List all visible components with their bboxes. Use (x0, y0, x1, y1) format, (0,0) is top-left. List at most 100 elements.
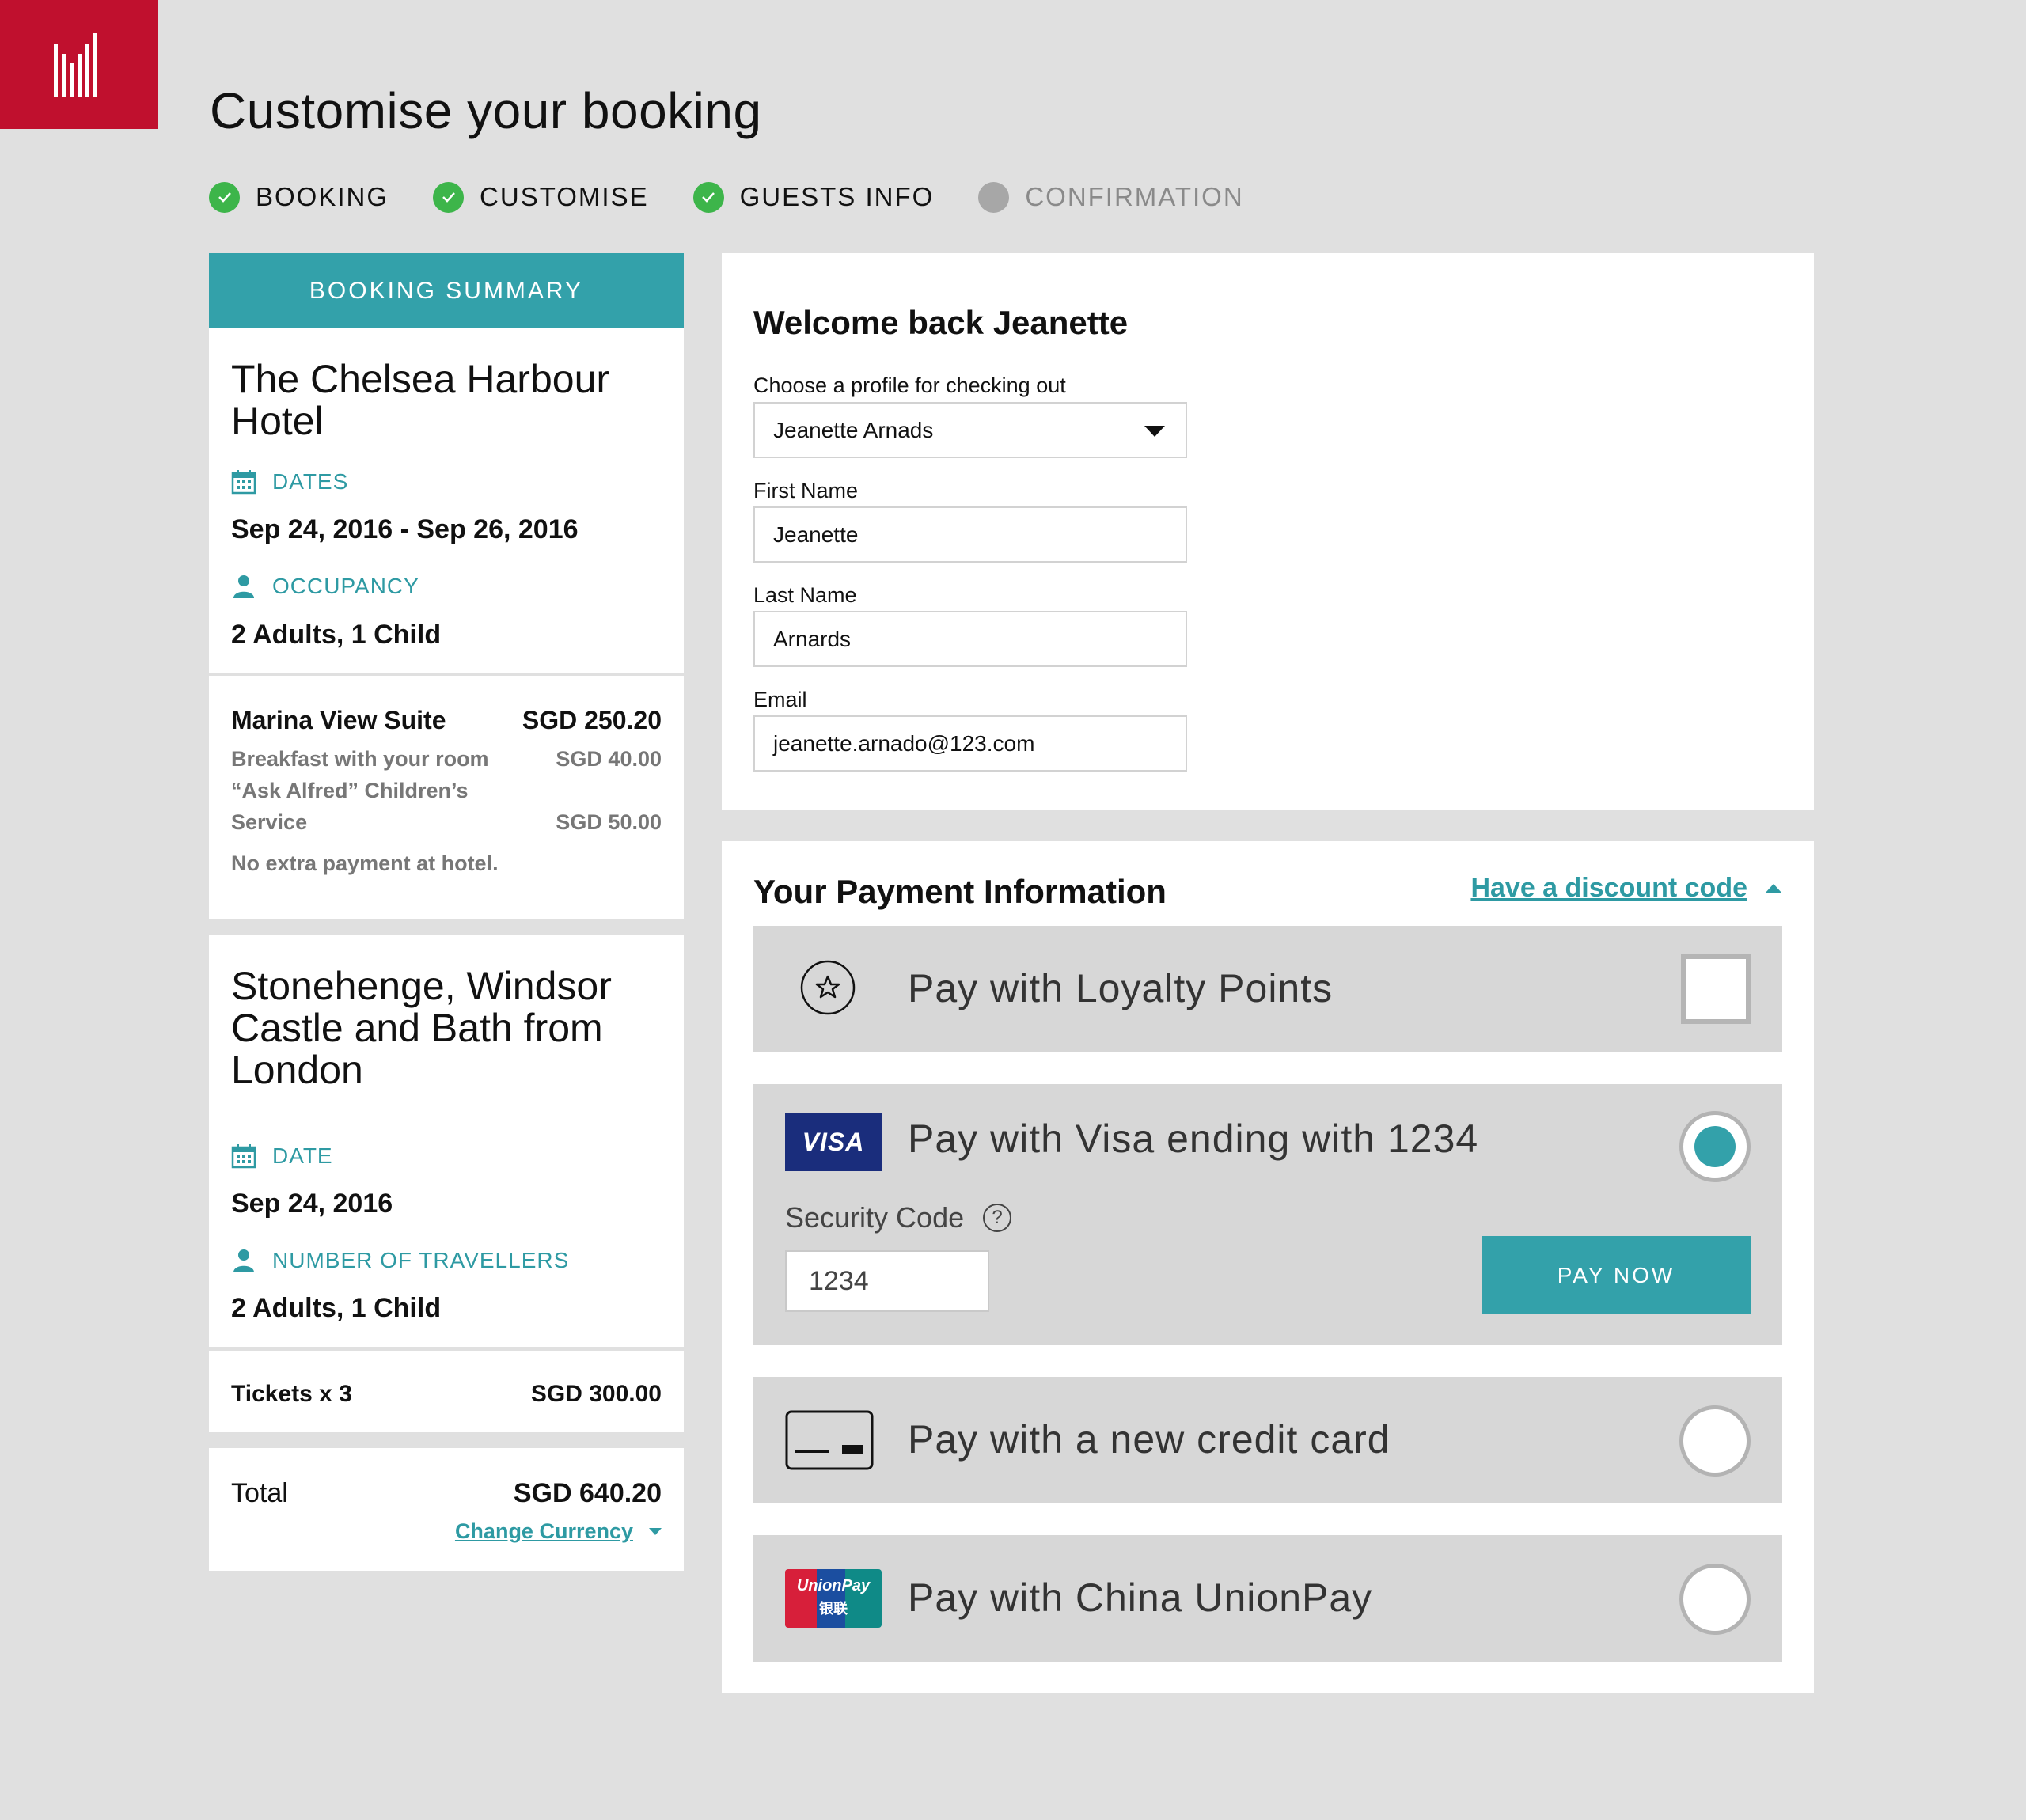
travellers-label: NUMBER OF TRAVELLERS (231, 1248, 569, 1273)
step-label: GUESTS INFO (739, 182, 935, 211)
star-icon (800, 960, 856, 1015)
check-icon (692, 181, 724, 213)
payment-panel: Your Payment Information Have a discount… (722, 841, 1814, 1693)
suite-summary-card: Marina View Suite SGD 250.20 Breakfast w… (209, 676, 684, 919)
step-guests-info: GUESTS INFO (692, 181, 935, 213)
welcome-title: Welcome back Jeanette (753, 304, 1129, 341)
email-field[interactable]: jeanette.arnado@123.com (753, 715, 1187, 772)
hotel-occupancy: 2 Adults, 1 Child (231, 620, 442, 650)
tickets-row: Tickets x 3 SGD 300.00 (231, 1381, 662, 1408)
logo-bars-icon (54, 33, 97, 97)
chevron-down-icon (649, 1528, 662, 1535)
visa-radio[interactable] (1679, 1111, 1751, 1182)
step-customise: CUSTOMISE (433, 181, 649, 213)
step-label: CONFIRMATION (1025, 182, 1244, 211)
step-booking: BOOKING (209, 181, 389, 213)
extra-label-cont: Service (231, 810, 308, 834)
extra-row: “Ask Alfred” Children’s (231, 779, 662, 803)
profile-select-value: Jeanette Arnads (773, 417, 934, 442)
pay-option-label: Pay with China UnionPay (908, 1575, 1373, 1620)
suite-row: Marina View Suite SGD 250.20 (231, 706, 662, 735)
pay-option-label: Pay with Loyalty Points (908, 966, 1334, 1010)
date-label-text: DATE (272, 1143, 333, 1168)
discount-code-link[interactable]: Have a discount code (1470, 873, 1782, 904)
progress-steps: BOOKING CUSTOMISE GUESTS INFO CONFIRMATI… (209, 180, 1288, 214)
chevron-up-icon (1765, 883, 1782, 893)
booking-summary-header: BOOKING SUMMARY (209, 253, 684, 328)
extra-label: “Ask Alfred” Children’s (231, 779, 469, 802)
loyalty-checkbox[interactable] (1681, 954, 1751, 1024)
payment-title: Your Payment Information (753, 873, 1167, 910)
visa-icon: VISA (785, 1113, 882, 1171)
extra-price: SGD 50.00 (556, 810, 662, 834)
pay-option-unionpay[interactable]: UnionPay 银联 Pay with China UnionPay (753, 1535, 1782, 1662)
step-label: CUSTOMISE (480, 182, 649, 211)
tour-summary-card: Stonehenge, Windsor Castle and Bath from… (209, 935, 684, 1347)
pay-option-label: Pay with a new credit card (908, 1417, 1391, 1462)
last-name-label: Last Name (753, 583, 857, 607)
total-label: Total (231, 1478, 288, 1508)
help-icon[interactable]: ? (983, 1204, 1012, 1232)
total-row: Total SGD 640.20 (231, 1478, 662, 1509)
check-icon (209, 181, 240, 213)
profile-panel: Welcome back Jeanette Choose a profile f… (722, 253, 1814, 810)
check-icon (433, 181, 465, 213)
last-name-field[interactable]: Arnards (753, 611, 1187, 667)
tour-travellers: 2 Adults, 1 Child (231, 1293, 442, 1323)
security-code-label-text: Security Code (785, 1201, 965, 1234)
unionpay-text-cn: 银联 (819, 1601, 848, 1617)
profile-select[interactable]: Jeanette Arnads (753, 402, 1187, 458)
tour-name: Stonehenge, Windsor Castle and Bath from… (231, 964, 612, 1092)
occupancy-label-text: OCCUPANCY (272, 574, 419, 598)
extra-label: Breakfast with your room (231, 747, 489, 771)
extra-row: Service SGD 50.00 (231, 810, 662, 835)
profile-select-label: Choose a profile for checking out (753, 373, 1066, 397)
pending-dot-icon (978, 181, 1010, 213)
dates-label: DATES (231, 469, 348, 495)
step-label: BOOKING (256, 182, 389, 211)
date-label: DATE (231, 1143, 333, 1169)
change-currency-text: Change Currency (454, 1519, 633, 1543)
pay-option-label: Pay with Visa ending with 1234 (908, 1117, 1479, 1161)
unionpay-radio[interactable] (1679, 1564, 1751, 1635)
step-confirmation: CONFIRMATION (978, 181, 1244, 213)
change-currency-link[interactable]: Change Currency (455, 1519, 662, 1544)
hotel-dates: Sep 24, 2016 - Sep 26, 2016 (231, 514, 579, 544)
total-price: SGD 640.20 (513, 1478, 662, 1508)
discount-code-text: Have a discount code (1470, 873, 1747, 903)
extra-price: SGD 40.00 (556, 747, 662, 771)
hotel-name: The Chelsea Harbour Hotel (231, 357, 610, 443)
pay-option-new-card[interactable]: Pay with a new credit card (753, 1377, 1782, 1503)
tickets-card: Tickets x 3 SGD 300.00 (209, 1351, 684, 1432)
calendar-icon (231, 470, 256, 495)
unionpay-icon: UnionPay 银联 (785, 1569, 882, 1628)
calendar-icon (231, 1144, 256, 1169)
email-label: Email (753, 688, 807, 711)
security-code-label: Security Code ? (785, 1201, 1012, 1234)
first-name-label: First Name (753, 479, 859, 502)
tickets-label: Tickets x 3 (231, 1381, 352, 1407)
tickets-price: SGD 300.00 (530, 1381, 662, 1407)
new-card-radio[interactable] (1679, 1405, 1751, 1477)
pay-option-loyalty[interactable]: Pay with Loyalty Points (753, 926, 1782, 1052)
security-code-input[interactable]: 1234 (785, 1250, 989, 1312)
page-title: Customise your booking (210, 82, 762, 139)
occupancy-label: OCCUPANCY (231, 574, 419, 599)
person-icon (233, 575, 254, 598)
unionpay-text: UnionPay (796, 1577, 871, 1594)
brand-logo[interactable] (0, 0, 158, 129)
suite-name: Marina View Suite (231, 706, 446, 734)
dropdown-arrow-icon (1144, 426, 1165, 437)
travellers-label-text: NUMBER OF TRAVELLERS (272, 1248, 570, 1272)
hotel-summary-card: The Chelsea Harbour Hotel DATES Sep 24, … (209, 328, 684, 673)
total-card: Total SGD 640.20 Change Currency (209, 1448, 684, 1571)
first-name-field[interactable]: Jeanette (753, 506, 1187, 563)
credit-card-icon (785, 1410, 874, 1470)
pay-now-button[interactable]: PAY NOW (1482, 1236, 1751, 1314)
pay-option-visa[interactable]: VISA Pay with Visa ending with 1234 Secu… (753, 1084, 1782, 1345)
tour-date: Sep 24, 2016 (231, 1189, 393, 1219)
dates-label-text: DATES (272, 469, 349, 494)
suite-price: SGD 250.20 (522, 706, 662, 734)
payment-note: No extra payment at hotel. (231, 851, 499, 875)
extra-row: Breakfast with your room SGD 40.00 (231, 747, 662, 772)
